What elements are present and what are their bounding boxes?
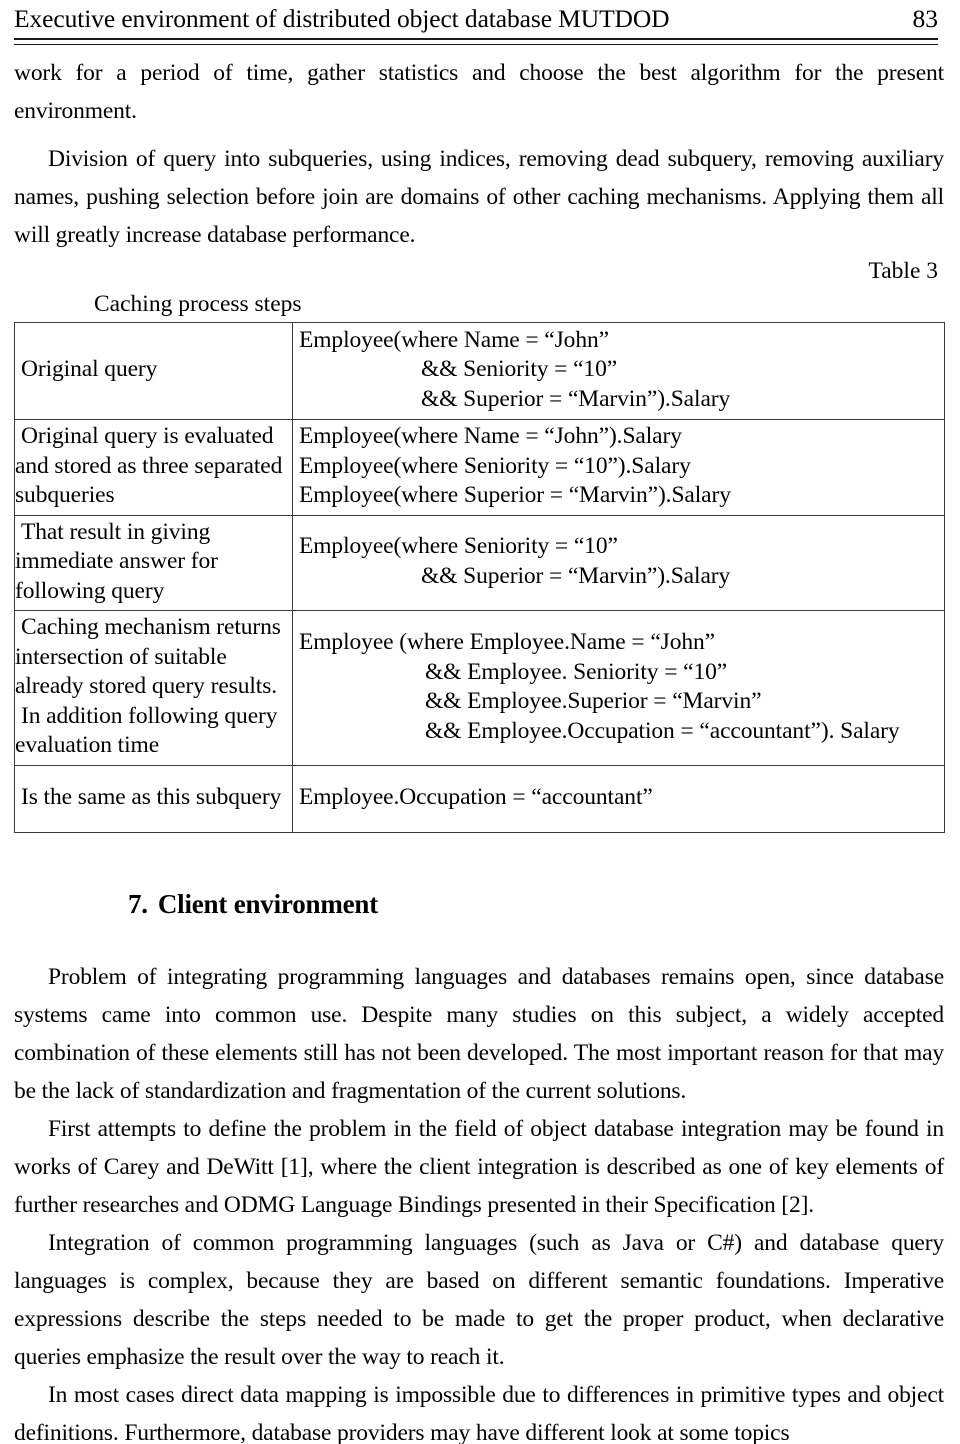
paragraph-problem: Problem of integrating programming langu… — [14, 964, 944, 1104]
table-cell-query: Employee (where Employee.Name = “John” &… — [292, 610, 945, 766]
table-cell-description: Is the same as this subquery — [14, 765, 293, 833]
query-line: Employee(where Superior = “Marvin”).Sala… — [299, 482, 731, 508]
row-description: Original query is evaluated and stored a… — [15, 423, 283, 508]
row-description: Original query — [21, 356, 158, 383]
table-row: Original query is evaluated and stored a… — [14, 419, 945, 516]
row-description: Caching mechanism returns intersection o… — [15, 614, 281, 700]
query-line: && Employee. Seniority = “10” — [425, 658, 728, 685]
page-running-header: Executive environment of distributed obj… — [14, 4, 938, 33]
row-description: That result in giving immediate answer f… — [15, 518, 218, 604]
query-line: Employee (where Employee.Name = “John” — [299, 629, 715, 655]
query-line: && Seniority = “10” — [421, 356, 618, 383]
section-heading: 7. Client environment — [14, 889, 944, 920]
query-line: Employee(where Seniority = “10” — [299, 533, 618, 560]
query-line: Employee(where Name = “John”).Salary — [299, 423, 682, 449]
table-cell-description: Original query — [14, 322, 293, 420]
header-divider-rule — [14, 38, 938, 45]
table-row: Original query Employee(where Name = “Jo… — [14, 322, 945, 420]
table-row: Caching mechanism returns intersection o… — [14, 610, 945, 766]
query-line: && Superior = “Marvin”).Salary — [421, 562, 731, 589]
query-line: Employee(where Name = “John” — [299, 326, 609, 353]
table-cell-query: Employee(where Name = “John” && Seniorit… — [292, 322, 945, 420]
section-number: 7. — [128, 889, 148, 919]
query-line: Employee(where Seniority = “10”).Salary — [299, 452, 691, 479]
paragraph-division: Division of query into subqueries, using… — [14, 146, 944, 248]
paragraph-first-attempts: First attempts to define the problem in … — [14, 1116, 944, 1218]
row-description: Is the same as this subquery — [21, 784, 282, 811]
paragraph-integration: Integration of common programming langua… — [14, 1230, 944, 1370]
table-cell-query: Employee.Occupation = “accountant” — [292, 765, 945, 833]
query-line: Employee.Occupation = “accountant” — [299, 784, 653, 811]
table-cell-description: That result in giving immediate answer f… — [14, 514, 293, 611]
table-cell-query: Employee(where Name = “John”).Salary Emp… — [292, 419, 945, 516]
document-page: Executive environment of distributed obj… — [0, 0, 960, 1444]
section-title: Client environment — [157, 889, 378, 919]
table-cell-description: Original query is evaluated and stored a… — [14, 419, 293, 516]
row-description-extra: In addition following query evaluation t… — [15, 702, 278, 759]
query-line: && Employee.Superior = “Marvin” — [425, 688, 762, 714]
table-row: That result in giving immediate answer f… — [14, 514, 945, 611]
table-cell-query: Employee(where Seniority = “10” && Super… — [292, 514, 945, 611]
table-cell-description: Caching mechanism returns intersection o… — [14, 610, 293, 766]
paragraph-mapping: In most cases direct data mapping is imp… — [14, 1382, 944, 1444]
table-row: Is the same as this subquery Employee.Oc… — [14, 765, 945, 833]
query-line: && Superior = “Marvin”).Salary — [421, 385, 731, 412]
page-content: work for a period of time, gather statis… — [14, 54, 945, 1444]
query-line: && Employee.Occupation = “accountant”). … — [425, 717, 900, 744]
page-title: Executive environment of distributed obj… — [14, 4, 670, 33]
caching-process-table: Original query Employee(where Name = “Jo… — [14, 322, 945, 833]
table-caption-label: Table 3 — [868, 258, 938, 284]
table-column-header: Caching process steps — [94, 291, 302, 317]
page-number: 83 — [912, 4, 939, 33]
paragraph-continued: work for a period of time, gather statis… — [14, 60, 944, 124]
